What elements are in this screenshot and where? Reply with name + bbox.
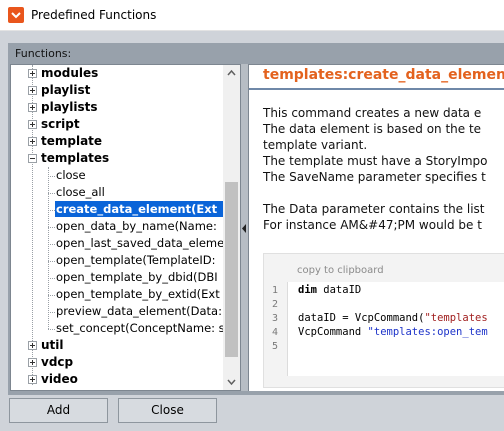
code-area: dim dataID dataID = VcpCommand("template…: [287, 282, 504, 376]
collapse-templates-icon[interactable]: [28, 154, 37, 163]
tree-node-video[interactable]: video: [41, 371, 78, 387]
description-line: The data element is based on the te: [263, 122, 482, 136]
app-logo-icon: [8, 7, 24, 23]
scroll-up-icon[interactable]: [223, 65, 240, 82]
expand-playlists-icon[interactable]: [28, 103, 37, 112]
description-line: The template must have a StoryImpo: [263, 154, 488, 168]
function-title: templates:create_data_element: [263, 67, 504, 83]
code-sample: copy to clipboard 1 2 3 4 5 dim dataID d…: [263, 253, 504, 388]
line-number: 1: [272, 285, 279, 296]
code-line: dim dataID: [298, 284, 361, 296]
description-line: The SaveName parameter specifies t: [263, 170, 486, 184]
tree-node-playlists[interactable]: playlists: [41, 99, 98, 115]
expand-video-icon[interactable]: [28, 375, 37, 384]
expand-template-icon[interactable]: [28, 137, 37, 146]
line-number: 2: [272, 299, 279, 310]
code-keyword: dim: [298, 284, 317, 296]
collapse-left-icon[interactable]: [242, 224, 247, 233]
tree-leaf-open-template-by-extid[interactable]: open_template_by_extid(Ext: [56, 286, 223, 302]
functions-tree[interactable]: modules playlist playlists script templa…: [10, 64, 241, 391]
line-number: 4: [272, 327, 279, 338]
tree-node-modules[interactable]: modules: [41, 65, 98, 81]
tree-leaf-open-template[interactable]: open_template(TemplateID:: [56, 252, 223, 268]
tree-node-util[interactable]: util: [41, 337, 64, 353]
copy-to-clipboard-link[interactable]: copy to clipboard: [297, 265, 384, 276]
line-number: 3: [272, 313, 279, 324]
title-divider: [249, 88, 504, 90]
expand-vdcp-icon[interactable]: [28, 358, 37, 367]
tree-node-script[interactable]: script: [41, 116, 80, 132]
add-button[interactable]: Add: [9, 398, 108, 423]
code-string: "templates: [424, 312, 488, 324]
code-line: dataID = VcpCommand("templates: [298, 312, 488, 324]
scroll-down-icon[interactable]: [223, 373, 240, 390]
tree-leaf-create-data-element[interactable]: create_data_element(Ext: [55, 201, 223, 217]
expand-modules-icon[interactable]: [28, 69, 37, 78]
code-text: dataID: [316, 284, 362, 296]
code-string: "templates:open_tem: [367, 326, 488, 338]
code-text: VcpCommand: [298, 326, 368, 338]
expand-playlist-icon[interactable]: [28, 86, 37, 95]
tree-node-vdcp[interactable]: vdcp: [41, 354, 73, 370]
line-number: 5: [272, 341, 279, 352]
documentation-pane: templates:create_data_element This comma…: [248, 64, 504, 391]
tree-node-templates[interactable]: templates: [41, 150, 109, 166]
description-line: template variant.: [263, 138, 368, 152]
title-bar: Predefined Functions: [0, 0, 504, 31]
description-line: For instance AM&#47;PM would be t: [263, 218, 482, 232]
line-number-gutter: 1 2 3 4 5: [264, 282, 285, 376]
tree-leaf-set-concept[interactable]: set_concept(ConceptName: s: [56, 320, 223, 336]
close-button[interactable]: Close: [118, 398, 217, 423]
tree-leaf-open-data-by-name[interactable]: open_data_by_name(Name:: [56, 218, 223, 234]
tree-node-playlist[interactable]: playlist: [41, 82, 90, 98]
window-title: Predefined Functions: [31, 8, 157, 22]
code-line: VcpCommand "templates:open_tem: [298, 326, 488, 338]
description-line: The Data parameter contains the list: [263, 202, 485, 216]
tree-leaf-open-last-saved[interactable]: open_last_saved_data_eleme: [56, 235, 223, 251]
description-line: This command creates a new data e: [263, 106, 482, 120]
expand-util-icon[interactable]: [28, 341, 37, 350]
tree-node-template[interactable]: template: [41, 133, 102, 149]
pane-splitter[interactable]: [241, 64, 248, 391]
tree-leaf-close-all[interactable]: close_all: [56, 184, 221, 200]
code-text: dataID = VcpCommand(: [298, 312, 425, 324]
expand-script-icon[interactable]: [28, 120, 37, 129]
tree-scrollbar[interactable]: [223, 65, 240, 390]
scrollbar-thumb[interactable]: [225, 182, 238, 357]
functions-label: Functions:: [15, 47, 72, 60]
tree-leaf-open-template-by-dbid[interactable]: open_template_by_dbid(DBI: [56, 269, 223, 285]
tree-leaf-close[interactable]: close: [56, 167, 221, 183]
tree-leaf-preview-data-element[interactable]: preview_data_element(Data:: [56, 303, 223, 319]
